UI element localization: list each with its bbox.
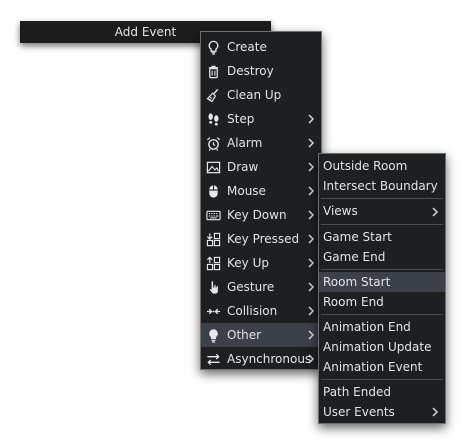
menu-item-gesture[interactable]: Gesture [201, 275, 321, 299]
menu-item-label: Create [227, 40, 267, 54]
menu-separator [321, 269, 443, 270]
chevron-right-icon [307, 114, 315, 124]
submenu-item-path-ended[interactable]: Path Ended [319, 382, 445, 402]
footsteps-icon [205, 111, 221, 127]
async-arrows-icon [205, 351, 221, 367]
submenu-item-game-start[interactable]: Game Start [319, 227, 445, 247]
menu-item-clean-up[interactable]: Clean Up [201, 83, 321, 107]
chevron-right-icon [307, 354, 315, 364]
submenu-item-animation-update[interactable]: Animation Update [319, 337, 445, 357]
menu-item-collision[interactable]: Collision [201, 299, 321, 323]
other-event-submenu: Outside Room Intersect Boundary Views Game … [318, 153, 446, 424]
submenu-item-label: Room End [323, 295, 384, 309]
submenu-item-views[interactable]: Views [319, 201, 445, 222]
chevron-right-icon [307, 282, 315, 292]
menu-item-mouse[interactable]: Mouse [201, 179, 321, 203]
event-type-menu: Create Destroy Clean Up Step Alarm Draw Mouse K… [200, 31, 322, 370]
chevron-right-icon [307, 210, 315, 220]
alarm-clock-icon [205, 135, 221, 151]
menu-item-step[interactable]: Step [201, 107, 321, 131]
chevron-right-icon [307, 258, 315, 268]
menu-separator [321, 314, 443, 315]
menu-item-label: Destroy [227, 64, 274, 78]
menu-separator [321, 379, 443, 380]
menu-item-label: Clean Up [227, 88, 282, 102]
chevron-right-icon [307, 330, 315, 340]
menu-item-draw[interactable]: Draw [201, 155, 321, 179]
submenu-item-user-events[interactable]: User Events [319, 402, 445, 422]
submenu-item-game-end[interactable]: Game End [319, 247, 445, 267]
submenu-item-intersect-boundary[interactable]: Intersect Boundary [319, 176, 445, 196]
chevron-right-icon [307, 234, 315, 244]
submenu-item-room-start[interactable]: Room Start [319, 272, 445, 292]
chevron-right-icon [307, 162, 315, 172]
menu-item-alarm[interactable]: Alarm [201, 131, 321, 155]
submenu-item-label: Game End [323, 250, 386, 264]
menu-item-destroy[interactable]: Destroy [201, 59, 321, 83]
lightbulb-filled-icon [205, 327, 221, 343]
chevron-right-icon [431, 407, 439, 417]
submenu-item-label: Animation Update [323, 340, 432, 354]
chevron-right-icon [307, 306, 315, 316]
broom-icon [205, 87, 221, 103]
menu-item-key-pressed[interactable]: Key Pressed [201, 227, 321, 251]
menu-separator [321, 198, 443, 199]
menu-item-create[interactable]: Create [201, 35, 321, 59]
trash-icon [205, 63, 221, 79]
lightbulb-outline-icon [205, 39, 221, 55]
submenu-item-label: Views [323, 204, 358, 218]
chevron-right-icon [307, 186, 315, 196]
menu-item-asynchronous[interactable]: Asynchronous [201, 347, 321, 371]
pointing-hand-icon [205, 279, 221, 295]
submenu-item-label: Path Ended [323, 385, 391, 399]
submenu-item-label: Animation Event [323, 360, 423, 374]
chevron-right-icon [431, 206, 439, 217]
submenu-item-label: Outside Room [323, 159, 408, 173]
submenu-item-label: Intersect Boundary [323, 179, 438, 193]
submenu-item-animation-event[interactable]: Animation Event [319, 357, 445, 377]
submenu-item-animation-end[interactable]: Animation End [319, 317, 445, 337]
submenu-item-room-end[interactable]: Room End [319, 292, 445, 312]
menu-item-key-up[interactable]: Key Up [201, 251, 321, 275]
submenu-item-label: Animation End [323, 320, 411, 334]
submenu-item-label: Game Start [323, 230, 392, 244]
key-up-icon [205, 255, 221, 271]
menu-item-other[interactable]: Other [201, 323, 321, 347]
menu-item-key-down[interactable]: Key Down [201, 203, 321, 227]
submenu-item-label: Room Start [323, 275, 391, 289]
menu-separator [321, 224, 443, 225]
event-editor-stage: Add Event Create Destroy Clean Up Step Alarm… [0, 0, 466, 441]
submenu-item-label: User Events [323, 405, 395, 419]
mouse-icon [205, 183, 221, 199]
submenu-item-outside-room[interactable]: Outside Room [319, 156, 445, 176]
picture-icon [205, 159, 221, 175]
collision-arrows-icon [205, 303, 221, 319]
chevron-right-icon [307, 138, 315, 148]
keyboard-icon [205, 207, 221, 223]
key-pressed-icon [205, 231, 221, 247]
